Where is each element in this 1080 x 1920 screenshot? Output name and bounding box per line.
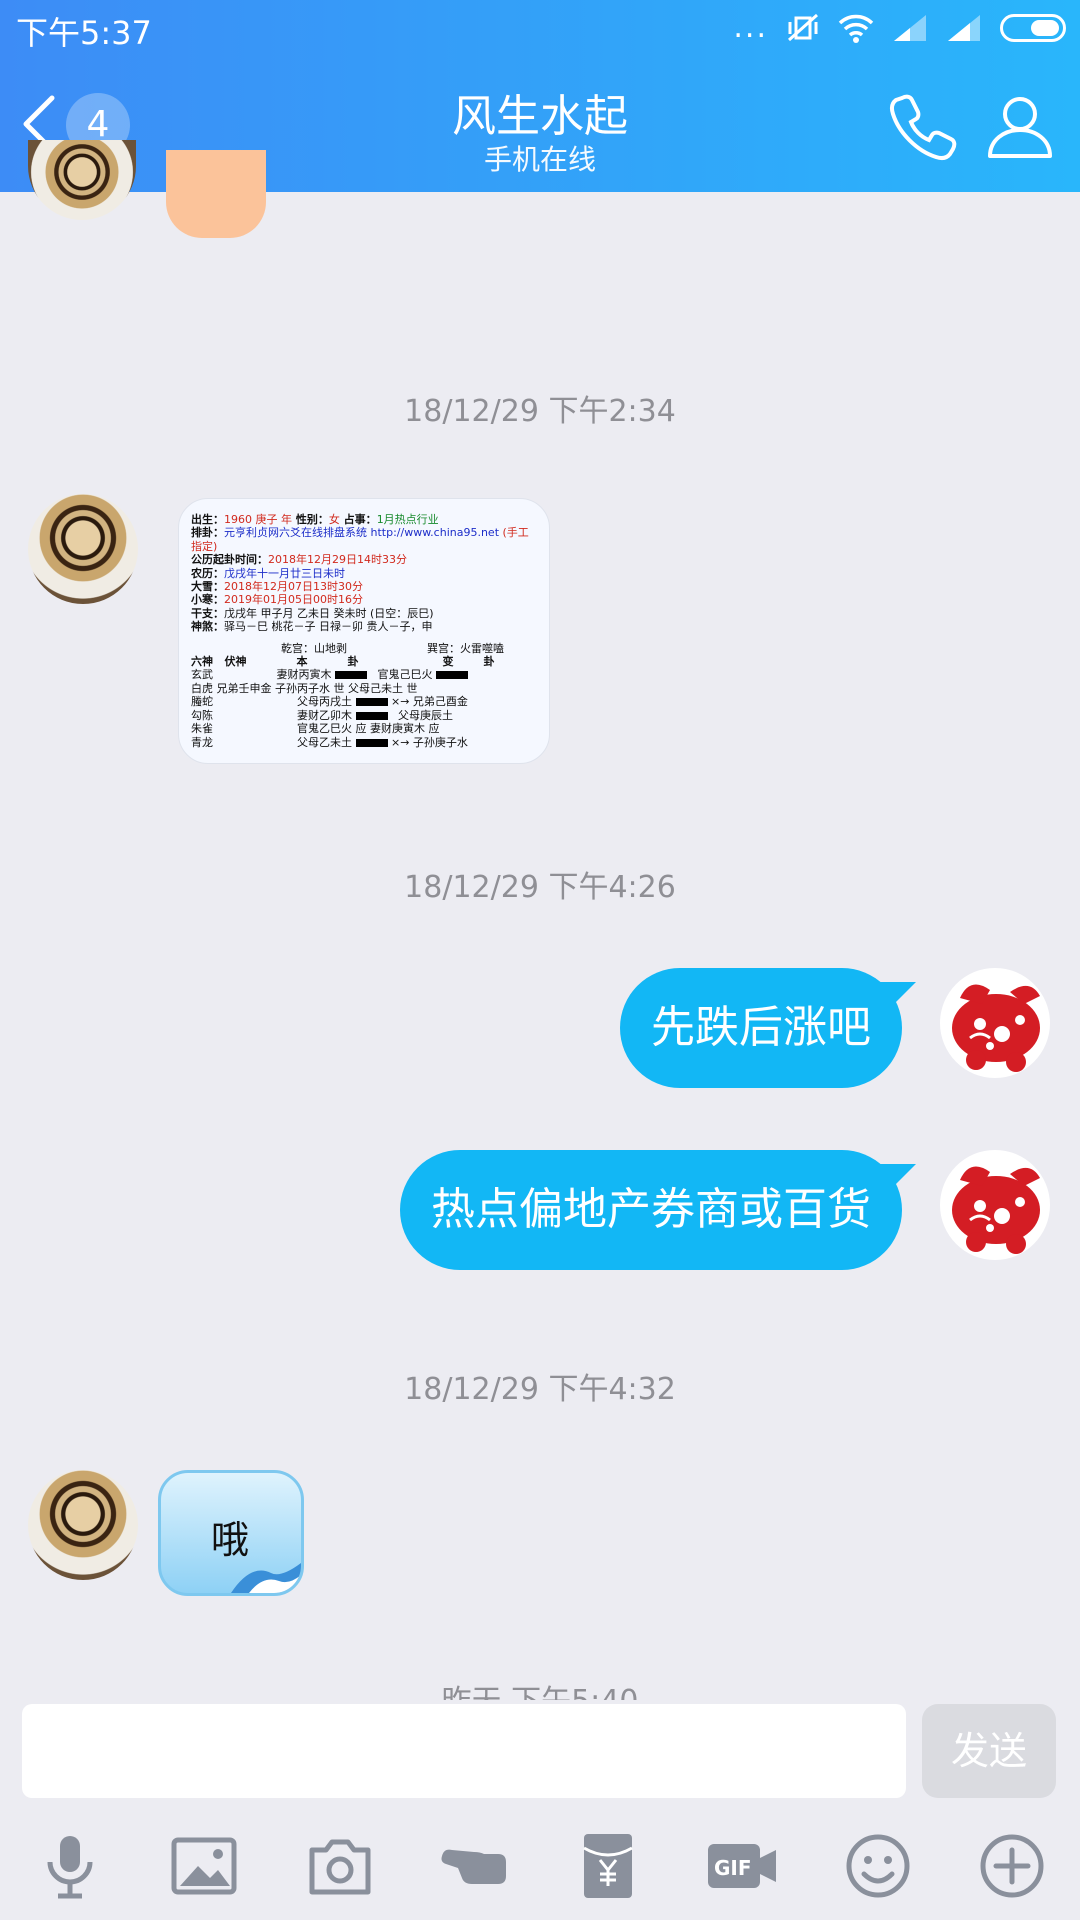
gif-icon[interactable]: GIF xyxy=(706,1830,778,1902)
battery-icon xyxy=(1000,14,1066,42)
red-packet-icon[interactable] xyxy=(572,1830,644,1902)
phone-icon[interactable] xyxy=(888,90,960,162)
avatar[interactable] xyxy=(28,140,136,220)
signal-icon xyxy=(894,15,926,41)
bubble-tail xyxy=(876,982,916,1012)
status-bar: 下午5:37 ... xyxy=(0,0,1080,56)
bubble-tail xyxy=(876,1164,916,1194)
plus-icon[interactable] xyxy=(976,1830,1048,1902)
mute-vibrate-icon xyxy=(788,13,818,42)
status-time: 下午5:37 xyxy=(16,14,152,52)
camera-icon[interactable] xyxy=(304,1830,376,1902)
image-icon[interactable] xyxy=(168,1830,240,1902)
paper-cut-ox-icon xyxy=(952,1166,1040,1254)
input-bar: 发送 GIF xyxy=(0,1700,1080,1920)
incoming-message[interactable]: 哦 xyxy=(158,1470,304,1596)
outgoing-message[interactable]: 热点偏地产券商或百货 xyxy=(400,1150,916,1270)
send-button[interactable]: 发送 xyxy=(922,1704,1056,1798)
my-avatar[interactable] xyxy=(940,968,1050,1078)
message-input[interactable] xyxy=(22,1704,906,1798)
paper-cut-ox-icon xyxy=(952,984,1040,1072)
more-dots-icon: ... xyxy=(733,10,768,45)
title-bar: 下午5:37 ... 4 风生水起 手机在线 xyxy=(0,0,1080,192)
my-avatar[interactable] xyxy=(940,1150,1050,1260)
signal-icon-2 xyxy=(948,15,980,41)
contact-avatar[interactable] xyxy=(28,1470,138,1580)
svg-text:GIF: GIF xyxy=(714,1856,752,1880)
contact-avatar[interactable] xyxy=(28,494,138,604)
contact-profile-icon[interactable] xyxy=(984,90,1056,162)
timestamp: 18/12/29 下午2:34 xyxy=(404,394,676,429)
wave-decoration-icon xyxy=(231,1563,301,1593)
outgoing-message[interactable]: 先跌后涨吧 xyxy=(620,968,916,1088)
sticker-message-partial[interactable] xyxy=(166,150,266,238)
timestamp: 18/12/29 下午4:26 xyxy=(404,870,676,905)
wifi-icon xyxy=(838,14,874,43)
image-message[interactable]: 出生：1960 庚子 年 性别：女 占事：1月热点行业 排卦：元亨利贞网六爻在线… xyxy=(178,498,550,764)
status-icons: ... xyxy=(733,12,1066,44)
poke-icon[interactable] xyxy=(438,1830,510,1902)
emoji-icon[interactable] xyxy=(842,1830,914,1902)
mic-icon[interactable] xyxy=(34,1830,106,1902)
timestamp: 18/12/29 下午4:32 xyxy=(404,1372,676,1407)
